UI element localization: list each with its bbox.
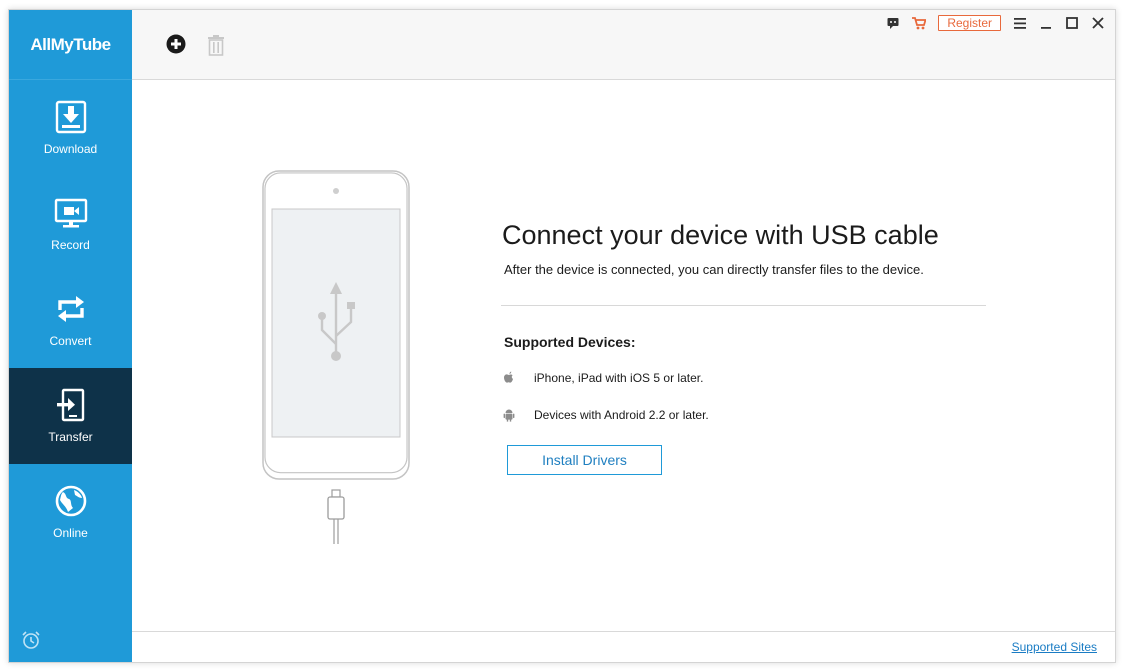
register-button[interactable]: Register — [938, 15, 1001, 31]
sidebar-item-convert[interactable]: Convert — [9, 272, 132, 368]
app-logo: AllMyTube — [9, 10, 132, 80]
page-title: Connect your device with USB cable — [502, 220, 939, 250]
sidebar-item-label: Download — [43, 142, 98, 156]
sidebar-item-label: Convert — [49, 334, 92, 348]
transfer-panel: Connect your device with USB cable After… — [132, 80, 1115, 631]
apple-icon — [502, 370, 516, 386]
sidebar-item-label: Record — [51, 238, 90, 252]
sidebar-item-record[interactable]: Record — [9, 176, 132, 272]
supported-devices-heading: Supported Devices: — [504, 334, 636, 350]
install-drivers-button[interactable]: Install Drivers — [507, 445, 662, 475]
device-item-android: Devices with Android 2.2 or later. — [502, 407, 709, 423]
footer: Supported Sites — [132, 631, 1115, 662]
sidebar-item-label: Transfer — [48, 430, 93, 444]
divider — [501, 305, 986, 306]
app-window: AllMyTube Download Record Convert Transf… — [8, 9, 1116, 663]
sidebar-item-label: Online — [53, 526, 88, 540]
page-subtitle: After the device is connected, you can d… — [504, 262, 924, 277]
sidebar-item-download[interactable]: Download — [9, 80, 132, 176]
online-icon — [55, 485, 86, 517]
window-controls: Register — [886, 14, 1105, 32]
device-item-ios: iPhone, iPad with iOS 5 or later. — [502, 370, 703, 386]
download-icon — [55, 100, 86, 134]
device-item-text: Devices with Android 2.2 or later. — [534, 408, 709, 422]
menu-icon[interactable] — [1013, 16, 1027, 30]
toolbar: Register — [132, 10, 1115, 80]
add-icon[interactable] — [166, 34, 186, 54]
record-icon — [54, 198, 87, 228]
transfer-icon — [56, 388, 84, 422]
maximize-icon[interactable] — [1065, 16, 1079, 30]
convert-icon — [57, 296, 84, 322]
close-icon[interactable] — [1091, 16, 1105, 30]
cart-icon[interactable] — [912, 16, 927, 30]
alarm-icon[interactable] — [21, 630, 41, 650]
trash-icon[interactable] — [206, 34, 226, 56]
sidebar-item-transfer[interactable]: Transfer — [9, 368, 132, 464]
sidebar: AllMyTube Download Record Convert Transf… — [9, 10, 132, 662]
supported-sites-link[interactable]: Supported Sites — [1012, 640, 1097, 654]
minimize-icon[interactable] — [1039, 16, 1053, 30]
feedback-icon[interactable] — [886, 16, 900, 30]
device-item-text: iPhone, iPad with iOS 5 or later. — [534, 371, 704, 385]
phone-usb-illustration — [262, 170, 410, 480]
usb-cable-icon — [327, 489, 345, 544]
android-icon — [502, 407, 516, 423]
sidebar-item-online[interactable]: Online — [9, 464, 132, 560]
